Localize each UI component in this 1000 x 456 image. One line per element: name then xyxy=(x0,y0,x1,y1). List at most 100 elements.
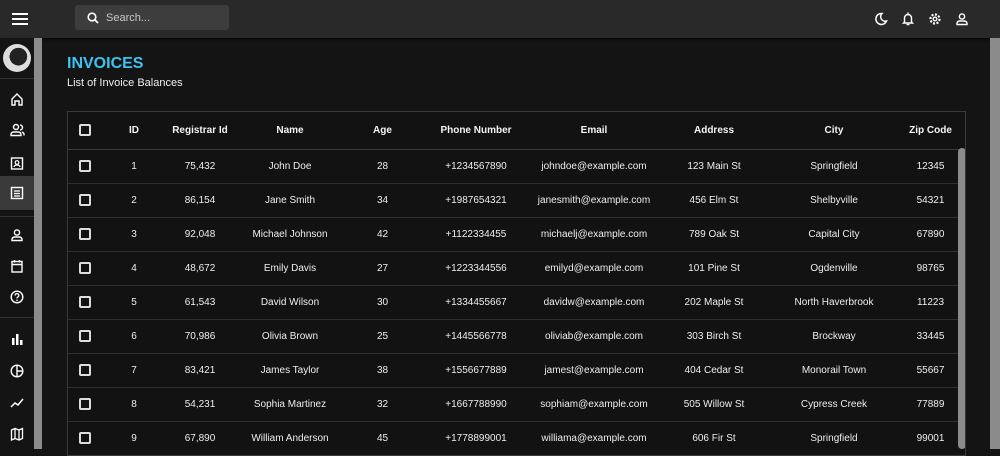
cell-id: 3 xyxy=(101,217,167,252)
search-bar[interactable] xyxy=(75,5,229,30)
cell-zip: 99001 xyxy=(894,421,965,455)
table-row[interactable]: 2 86,154 Jane Smith 34 +1987654321 janesmith@… xyxy=(68,183,965,218)
cell-zip: 67890 xyxy=(894,217,965,252)
cell-email: jamest@example.com xyxy=(534,353,654,388)
page-title: INVOICES xyxy=(67,55,144,72)
table-row[interactable]: 1 75,432 John Doe 28 +1234567890 johndoe@exam… xyxy=(68,149,965,184)
cell-id: 4 xyxy=(101,251,167,286)
cell-registrar-id: 70,986 xyxy=(167,319,233,354)
page-scrollbar[interactable] xyxy=(990,38,1000,449)
cell-phone: +1122334455 xyxy=(418,217,534,252)
page-subtitle: List of Invoice Balances xyxy=(67,77,183,89)
top-bar xyxy=(0,0,1000,38)
row-checkbox[interactable] xyxy=(78,432,91,444)
contacts-icon[interactable] xyxy=(8,154,26,172)
calendar-icon[interactable] xyxy=(8,257,26,275)
cell-registrar-id: 54,231 xyxy=(167,387,233,422)
cell-id: 8 xyxy=(101,387,167,422)
table-row[interactable]: 4 48,672 Emily Davis 27 +1223344556 emilyd@ex… xyxy=(68,251,965,286)
cell-city: Springfield xyxy=(774,149,894,184)
column-header-email[interactable]: Email xyxy=(534,112,654,150)
cell-address: 404 Cedar St xyxy=(654,353,774,388)
cell-zip: 54321 xyxy=(894,183,965,218)
table-row[interactable]: 9 67,890 William Anderson 45 +1778899001 will… xyxy=(68,421,965,455)
cell-name: Sophia Martinez xyxy=(233,387,347,422)
cell-zip: 55667 xyxy=(894,353,965,388)
profile-icon[interactable] xyxy=(953,10,970,27)
column-header-id[interactable]: ID xyxy=(101,112,167,150)
table-row[interactable]: 7 83,421 James Taylor 38 +1556677889 jamest@e… xyxy=(68,353,965,388)
cell-age: 25 xyxy=(347,319,418,354)
cell-name: Olivia Brown xyxy=(233,319,347,354)
invoices-icon[interactable] xyxy=(0,176,34,210)
settings-icon[interactable] xyxy=(926,10,943,27)
cell-id: 2 xyxy=(101,183,167,218)
bar-chart-icon[interactable] xyxy=(8,330,26,348)
cell-address: 123 Main St xyxy=(654,149,774,184)
cell-address: 202 Maple St xyxy=(654,285,774,320)
column-header-phone[interactable]: Phone Number xyxy=(418,112,534,150)
cell-phone: +1445566778 xyxy=(418,319,534,354)
cell-name: William Anderson xyxy=(233,421,347,455)
cell-city: Cypress Creek xyxy=(774,387,894,422)
avatar[interactable] xyxy=(3,44,31,72)
cell-email: sophiam@example.com xyxy=(534,387,654,422)
cell-name: Michael Johnson xyxy=(233,217,347,252)
cell-id: 7 xyxy=(101,353,167,388)
cell-email: williama@example.com xyxy=(534,421,654,455)
row-checkbox[interactable] xyxy=(78,194,91,206)
cell-id: 9 xyxy=(101,421,167,455)
table-row[interactable]: 5 61,543 David Wilson 30 +1334455667 davidw@e… xyxy=(68,285,965,320)
home-icon[interactable] xyxy=(8,90,26,108)
cell-city: Shelbyville xyxy=(774,183,894,218)
map-icon[interactable] xyxy=(8,425,26,443)
column-header-age[interactable]: Age xyxy=(347,112,418,150)
cell-email: janesmith@example.com xyxy=(534,183,654,218)
row-checkbox[interactable] xyxy=(78,398,91,410)
table-row[interactable]: 8 54,231 Sophia Martinez 32 +1667788990 sophi… xyxy=(68,387,965,422)
cell-zip: 12345 xyxy=(894,149,965,184)
row-checkbox[interactable] xyxy=(78,296,91,308)
line-chart-icon[interactable] xyxy=(8,393,26,411)
row-checkbox[interactable] xyxy=(78,364,91,376)
table-row[interactable]: 3 92,048 Michael Johnson 42 +1122334455 micha… xyxy=(68,217,965,252)
table-row[interactable]: 6 70,986 Olivia Brown 25 +1445566778 oliviab@… xyxy=(68,319,965,354)
cell-phone: +1223344556 xyxy=(418,251,534,286)
cell-age: 32 xyxy=(347,387,418,422)
cell-phone: +1234567890 xyxy=(418,149,534,184)
select-all-checkbox[interactable] xyxy=(78,124,91,137)
cell-age: 45 xyxy=(347,421,418,455)
row-checkbox[interactable] xyxy=(78,228,91,240)
sidebar-scrollbar[interactable] xyxy=(34,38,42,449)
notifications-icon[interactable] xyxy=(899,10,916,27)
menu-icon[interactable] xyxy=(12,11,28,27)
column-header-address[interactable]: Address xyxy=(654,112,774,150)
search-input[interactable] xyxy=(106,11,216,24)
table-scrollbar[interactable] xyxy=(958,148,965,449)
column-header-city[interactable]: City xyxy=(774,112,894,150)
dark-mode-icon[interactable] xyxy=(872,10,889,27)
row-checkbox[interactable] xyxy=(78,330,91,342)
row-checkbox[interactable] xyxy=(78,160,91,172)
column-header-zip[interactable]: Zip Code xyxy=(894,112,965,150)
cell-email: emilyd@example.com xyxy=(534,251,654,286)
cell-id: 5 xyxy=(101,285,167,320)
team-icon[interactable] xyxy=(8,121,26,139)
cell-id: 1 xyxy=(101,149,167,184)
row-checkbox[interactable] xyxy=(78,262,91,274)
faq-icon[interactable] xyxy=(8,288,26,306)
cell-zip: 11223 xyxy=(894,285,965,320)
cell-name: James Taylor xyxy=(233,353,347,388)
cell-id: 6 xyxy=(101,319,167,354)
cell-address: 101 Pine St xyxy=(654,251,774,286)
cell-registrar-id: 67,890 xyxy=(167,421,233,455)
column-header-name[interactable]: Name xyxy=(233,112,347,150)
cell-address: 606 Fir St xyxy=(654,421,774,455)
cell-city: Ogdenville xyxy=(774,251,894,286)
column-header-registrar-id[interactable]: Registrar Id xyxy=(167,112,233,150)
cell-email: davidw@example.com xyxy=(534,285,654,320)
cell-address: 456 Elm St xyxy=(654,183,774,218)
profile-form-icon[interactable] xyxy=(8,226,26,244)
pie-chart-icon[interactable] xyxy=(8,362,26,380)
cell-age: 30 xyxy=(347,285,418,320)
